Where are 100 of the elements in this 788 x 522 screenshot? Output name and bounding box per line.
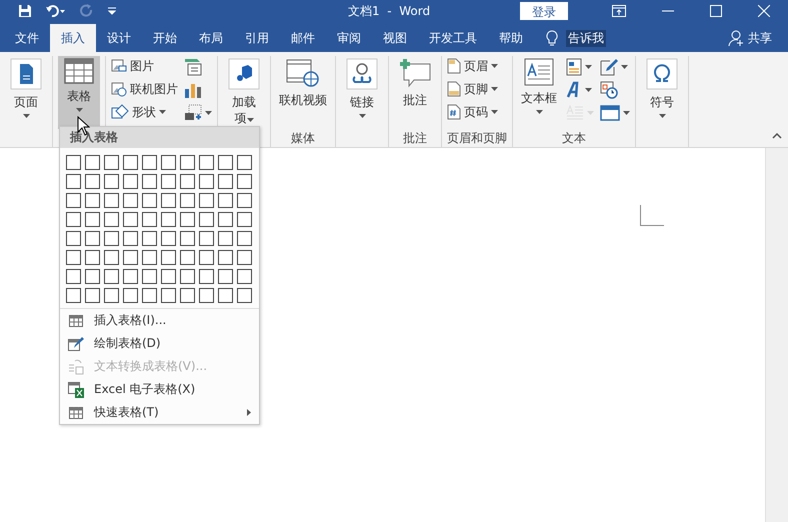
table-grid-cell[interactable]	[180, 231, 195, 246]
table-grid-cell[interactable]	[237, 250, 252, 265]
customize-icon[interactable]	[108, 7, 116, 15]
table-grid-cell[interactable]	[104, 155, 119, 170]
table-grid-cell[interactable]	[142, 231, 157, 246]
table-grid-cell[interactable]	[142, 250, 157, 265]
table-grid-cell[interactable]	[218, 250, 233, 265]
table-grid-cell[interactable]	[85, 288, 100, 303]
table-grid-cell[interactable]	[85, 193, 100, 208]
table-grid-cell[interactable]	[199, 155, 214, 170]
table-grid-cell[interactable]	[218, 155, 233, 170]
ribbon-tab[interactable]: 布局	[188, 24, 234, 52]
menu-item[interactable]: 插入表格(I)...	[60, 309, 259, 332]
table-grid-cell[interactable]	[180, 269, 195, 284]
scrollbar[interactable]	[765, 148, 788, 522]
table-grid-cell[interactable]	[237, 288, 252, 303]
menu-item[interactable]: 快速表格(T)	[60, 401, 259, 424]
table-grid-cell[interactable]	[180, 155, 195, 170]
table-grid-cell[interactable]	[199, 269, 214, 284]
ribbon-tab[interactable]: 开发工具	[418, 24, 488, 52]
table-grid-cell[interactable]	[66, 193, 81, 208]
table-grid-cell[interactable]	[161, 155, 176, 170]
ribbon-tab[interactable]: 设计	[96, 24, 142, 52]
ribbon-button[interactable]: 联机视频	[276, 56, 330, 129]
table-grid-cell[interactable]	[104, 288, 119, 303]
table-grid-cell[interactable]	[123, 193, 138, 208]
table-grid-cell[interactable]	[85, 155, 100, 170]
table-grid-cell[interactable]	[161, 231, 176, 246]
table-grid-cell[interactable]	[66, 250, 81, 265]
table-grid-cell[interactable]	[123, 155, 138, 170]
table-grid-cell[interactable]	[180, 174, 195, 189]
ribbon-tab[interactable]: 视图	[372, 24, 418, 52]
table-grid-cell[interactable]	[237, 269, 252, 284]
table-grid-cell[interactable]	[199, 250, 214, 265]
share-button[interactable]: 共享	[728, 24, 772, 52]
table-grid-cell[interactable]	[85, 269, 100, 284]
table-grid-cell[interactable]	[104, 212, 119, 227]
table-grid-cell[interactable]	[161, 193, 176, 208]
table-grid-cell[interactable]	[199, 231, 214, 246]
table-grid-cell[interactable]	[123, 231, 138, 246]
table-grid-cell[interactable]	[66, 174, 81, 189]
ribbon-button[interactable]: 符号	[641, 56, 683, 129]
table-grid-cell[interactable]	[104, 250, 119, 265]
table-grid-cell[interactable]	[66, 231, 81, 246]
ribbon-icon-button[interactable]	[566, 80, 594, 99]
ribbon-button[interactable]: 联机图片	[111, 79, 178, 99]
lightbulb-icon[interactable]	[546, 30, 558, 46]
table-grid-cell[interactable]	[180, 212, 195, 227]
table-grid-cell[interactable]	[161, 174, 176, 189]
table-grid-cell[interactable]	[180, 250, 195, 265]
table-grid-cell[interactable]	[142, 269, 157, 284]
table-grid-cell[interactable]	[237, 231, 252, 246]
table-grid-cell[interactable]	[85, 250, 100, 265]
table-grid-cell[interactable]	[237, 212, 252, 227]
table-grid-cell[interactable]	[218, 288, 233, 303]
table-grid-cell[interactable]	[104, 231, 119, 246]
ribbon-button[interactable]: 批注	[394, 56, 436, 129]
table-grid-cell[interactable]	[199, 212, 214, 227]
table-grid-cell[interactable]	[123, 212, 138, 227]
table-grid-cell[interactable]	[180, 288, 195, 303]
table-grid-cell[interactable]	[85, 231, 100, 246]
ribbon-tab[interactable]: 邮件	[280, 24, 326, 52]
ribbon-button[interactable]: 页面	[5, 56, 47, 129]
ribbon-button[interactable]: 加载项	[223, 56, 265, 129]
table-grid-cell[interactable]	[161, 212, 176, 227]
table-grid-cell[interactable]	[161, 269, 176, 284]
ribbon-button[interactable]: 页码	[447, 102, 498, 122]
table-grid-cell[interactable]	[218, 212, 233, 227]
table-grid-cell[interactable]	[123, 288, 138, 303]
table-grid-cell[interactable]	[142, 193, 157, 208]
table-grid-cell[interactable]	[104, 269, 119, 284]
table-grid-cell[interactable]	[161, 250, 176, 265]
table-grid-cell[interactable]	[142, 155, 157, 170]
table-grid-cell[interactable]	[85, 174, 100, 189]
ribbon-button[interactable]: 链接	[341, 56, 383, 129]
maximize-icon[interactable]	[710, 5, 722, 17]
menu-item[interactable]: 绘制表格(D)	[60, 332, 259, 355]
ribbon-button[interactable]: 页脚	[447, 79, 498, 99]
ribbon-tab[interactable]: 插入	[50, 24, 96, 52]
close-icon[interactable]	[758, 5, 770, 17]
table-grid-cell[interactable]	[180, 193, 195, 208]
table-grid-cell[interactable]	[237, 193, 252, 208]
table-grid-cell[interactable]	[66, 269, 81, 284]
ribbon-tab[interactable]: 开始	[142, 24, 188, 52]
table-grid-cell[interactable]	[123, 269, 138, 284]
ribbon-icon-button[interactable]	[600, 57, 630, 76]
table-grid-cell[interactable]	[85, 212, 100, 227]
save-icon[interactable]	[18, 4, 32, 18]
menu-item[interactable]: Excel 电子表格(X)	[60, 378, 259, 401]
table-grid-cell[interactable]	[142, 288, 157, 303]
table-grid-cell[interactable]	[123, 250, 138, 265]
ribbon-tab[interactable]: 文件	[4, 24, 50, 52]
ribbon-button[interactable]: 页眉	[447, 56, 498, 76]
ribbon-tab[interactable]: 审阅	[326, 24, 372, 52]
ribbon-tab[interactable]: 帮助	[488, 24, 534, 52]
ribbon-display-icon[interactable]	[612, 5, 626, 17]
table-grid-cell[interactable]	[237, 174, 252, 189]
table-grid-cell[interactable]	[218, 174, 233, 189]
ribbon-icon-button[interactable]	[600, 103, 630, 122]
table-grid-cell[interactable]	[123, 174, 138, 189]
